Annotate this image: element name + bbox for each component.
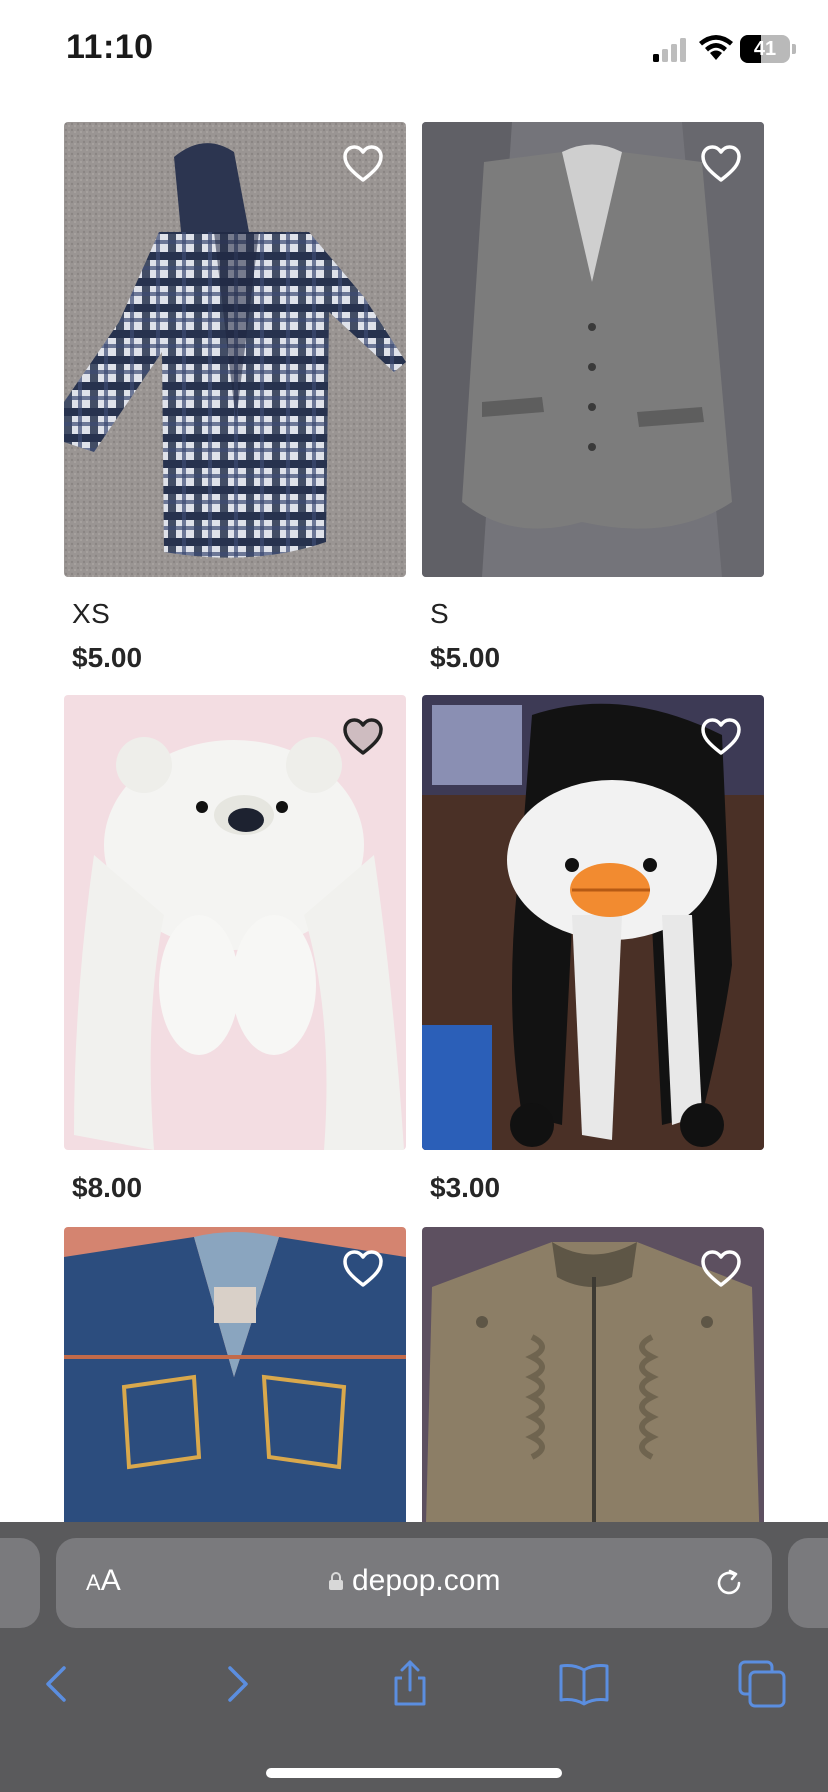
tabs-icon[interactable] [734, 1656, 790, 1712]
listing-photo[interactable] [64, 122, 406, 577]
plaid-hooded-shirt-image [64, 122, 406, 577]
listing-card[interactable]: $8.00 [64, 695, 406, 1215]
listing-size: XS [72, 598, 111, 629]
text-size-label-small: A [86, 1570, 101, 1595]
heart-outline-icon[interactable] [700, 1249, 742, 1289]
listing-card[interactable]: $3.00 [422, 695, 764, 1215]
reload-icon[interactable] [712, 1566, 746, 1600]
listing-photo[interactable] [422, 122, 764, 577]
listing-photo[interactable] [422, 695, 764, 1150]
listing-photo[interactable] [64, 1227, 406, 1522]
url-text[interactable]: depop.com [352, 1564, 500, 1598]
share-icon[interactable] [382, 1656, 438, 1712]
listing-card[interactable]: S $5.00 [422, 122, 764, 682]
listing-size: S [430, 598, 450, 629]
bookmarks-icon[interactable] [556, 1656, 612, 1712]
lock-icon [329, 1572, 343, 1590]
listing-card[interactable] [64, 1227, 406, 1522]
heart-outline-icon[interactable] [342, 717, 384, 757]
browser-toolbar: AA depop.com [0, 1522, 828, 1792]
listing-price: $3.00 [430, 1172, 501, 1203]
previous-tab-preview[interactable] [0, 1538, 40, 1628]
listing-price: $5.00 [72, 642, 143, 673]
listing-grid: XS $5.00 S $5.00 $8.00 $3.00 [0, 0, 828, 1522]
forward-icon[interactable] [208, 1656, 264, 1712]
address-bar[interactable]: AA depop.com [56, 1538, 772, 1628]
listing-card[interactable]: XS $5.00 [64, 122, 406, 682]
listing-photo[interactable] [64, 695, 406, 1150]
white-polar-bear-hat-image [64, 695, 406, 1150]
text-size-label-big: A [100, 1564, 121, 1597]
listing-photo[interactable] [422, 1227, 764, 1522]
gray-tweed-vest-image [422, 122, 764, 577]
heart-outline-icon[interactable] [700, 144, 742, 184]
listing-price: $5.00 [430, 642, 501, 673]
listing-price: $8.00 [72, 1172, 143, 1203]
text-size-button[interactable]: AA [86, 1564, 121, 1598]
back-icon[interactable] [30, 1656, 86, 1712]
penguin-animal-hat-image [422, 695, 764, 1150]
heart-outline-icon[interactable] [700, 717, 742, 757]
listing-card[interactable] [422, 1227, 764, 1522]
heart-outline-icon[interactable] [342, 144, 384, 184]
heart-outline-icon[interactable] [342, 1249, 384, 1289]
next-tab-preview[interactable] [788, 1538, 828, 1628]
home-indicator [266, 1768, 562, 1778]
